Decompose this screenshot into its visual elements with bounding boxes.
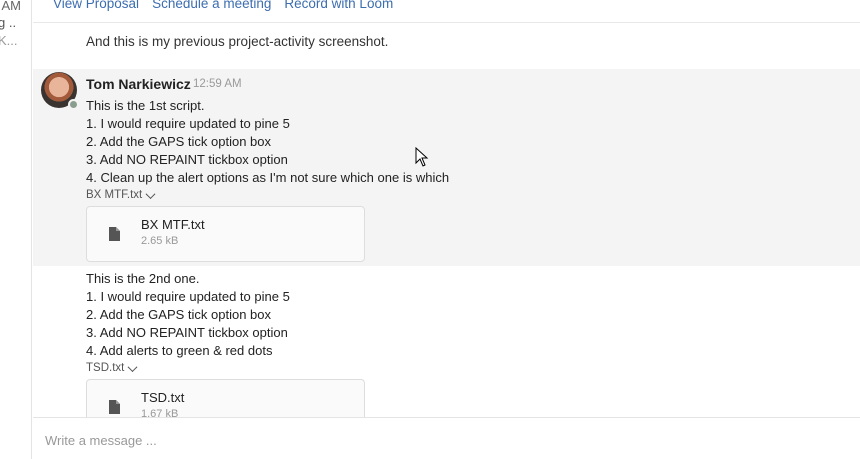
message-author[interactable]: Tom Narkiewicz	[86, 76, 191, 92]
attachment-card-1[interactable]: BX MTF.txt 2.65 kB	[86, 206, 365, 262]
message-line: 2. Add the GAPS tick option box	[86, 307, 272, 322]
message-input[interactable]	[45, 430, 825, 450]
chat-panel: View Proposal Schedule a meeting Record …	[33, 0, 860, 459]
attachment-name: TSD.txt	[141, 390, 185, 405]
file-icon	[109, 400, 120, 414]
message-composer	[33, 417, 860, 459]
attachment-size: 2.65 kB	[141, 235, 179, 247]
message-line: 1. I would require updated to pine 5	[86, 289, 290, 304]
previous-message-text: And this is my previous project-activity…	[86, 34, 389, 49]
view-proposal-link[interactable]: View Proposal	[53, 0, 139, 20]
attachment-label: TSD.txt	[86, 362, 125, 374]
avatar[interactable]	[41, 72, 79, 110]
action-links: View Proposal Schedule a meeting Record …	[53, 0, 393, 20]
message-line: This is the 2nd one.	[86, 271, 200, 286]
conversation-time: AM	[1, 0, 22, 13]
message-body-1: This is the 1st script. 1. I would requi…	[86, 97, 449, 187]
message-line: 2. Add the GAPS tick option box	[86, 134, 272, 149]
attachment-toggle-1[interactable]: BX MTF.txt	[86, 188, 156, 201]
message-line: This is the 1st script.	[86, 98, 205, 113]
divider	[33, 22, 860, 23]
schedule-meeting-link[interactable]: Schedule a meeting	[152, 0, 271, 20]
mouse-cursor-icon	[415, 147, 429, 167]
message-line: 3. Add NO REPAINT tickbox option	[86, 152, 288, 167]
attachment-label: BX MTF.txt	[86, 189, 143, 201]
chevron-down-icon	[145, 188, 156, 199]
online-status-icon	[68, 99, 79, 110]
message-line: 4. Add alerts to green & red dots	[86, 343, 273, 358]
conversation-snippet: g ..	[0, 15, 17, 30]
message-line: 1. I would require updated to pine 5	[86, 116, 290, 131]
chevron-down-icon	[127, 361, 138, 372]
message-body-2: This is the 2nd one. 1. I would require …	[86, 270, 290, 360]
conversation-list-strip[interactable]: AM g .. K...	[0, 0, 32, 459]
message-timestamp: 12:59 AM	[193, 78, 242, 90]
message-line: 4. Clean up the alert options as I'm not…	[86, 170, 450, 185]
attachment-name: BX MTF.txt	[141, 217, 205, 232]
attachment-toggle-2[interactable]: TSD.txt	[86, 361, 138, 374]
conversation-snippet-secondary: K...	[0, 33, 18, 48]
file-icon	[109, 227, 120, 241]
record-loom-link[interactable]: Record with Loom	[284, 0, 393, 20]
message-line: 3. Add NO REPAINT tickbox option	[86, 325, 288, 340]
